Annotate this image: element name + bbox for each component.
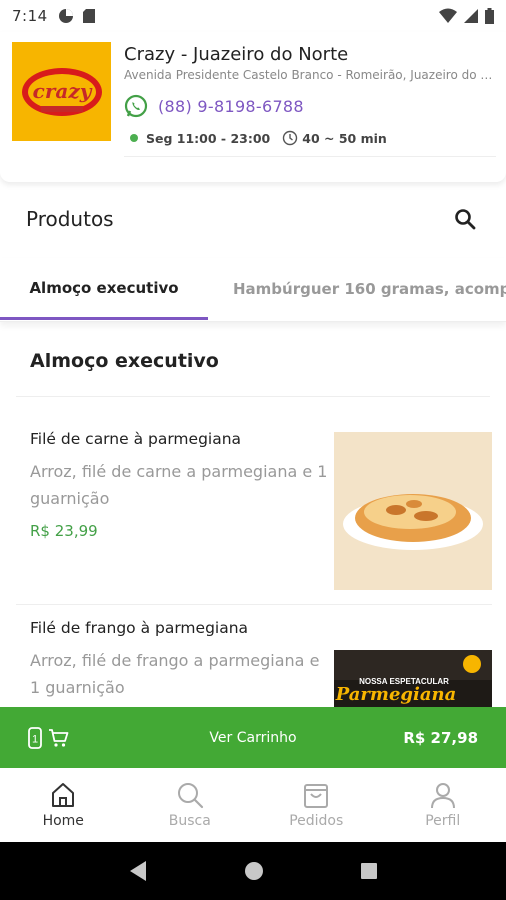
product-name: Filé de carne à parmegiana	[30, 430, 242, 448]
sd-card-icon	[82, 9, 95, 23]
product-description: Arroz, filé de frango a parmegiana e 1 g…	[30, 651, 320, 697]
nav-profile-label: Perfil	[425, 813, 461, 829]
cart-total: R$ 27,98	[403, 728, 478, 747]
cart-icon	[49, 728, 69, 747]
recents-icon[interactable]	[360, 862, 378, 880]
svg-text:crazy: crazy	[32, 79, 92, 103]
product-item[interactable]: Filé de carne à parmegiana Arroz, filé d…	[16, 412, 492, 602]
status-bar: 7:14	[0, 0, 506, 32]
nav-orders[interactable]: Pedidos	[253, 768, 380, 842]
system-navigation-bar	[0, 842, 506, 900]
nav-home[interactable]: Home	[0, 768, 127, 842]
search-button[interactable]	[450, 204, 480, 234]
search-icon	[455, 209, 476, 230]
user-icon	[430, 783, 455, 809]
bottom-navigation: Home Busca Pedidos Perfil	[0, 768, 506, 842]
clock-icon	[282, 130, 298, 146]
view-cart-bar[interactable]: 1 Ver Carrinho R$ 27,98	[0, 707, 506, 768]
store-meta: Seg 11:00 - 23:00 40 ~ 50 min	[130, 130, 387, 146]
product-item[interactable]: Filé de frango à parmegiana Arroz, filé …	[16, 604, 492, 808]
nav-orders-label: Pedidos	[289, 813, 344, 829]
product-price: R$ 23,99	[30, 522, 98, 540]
products-header: Produtos	[0, 190, 506, 248]
store-name: Crazy - Juazeiro do Norte	[124, 44, 349, 65]
nav-search[interactable]: Busca	[127, 768, 254, 842]
shopping-bag-icon	[304, 784, 329, 808]
image-text-main: Parmegiana	[335, 684, 457, 705]
home-icon	[52, 783, 75, 807]
product-image	[334, 432, 492, 590]
divider	[16, 396, 490, 397]
divider	[124, 156, 496, 157]
product-name: Filé de frango à parmegiana	[30, 619, 249, 637]
svg-text:1: 1	[32, 733, 38, 745]
crazy-logo-icon: crazy	[21, 67, 102, 116]
cart-count-badge: 1	[28, 726, 42, 749]
wifi-icon	[439, 8, 457, 23]
nav-profile[interactable]: Perfil	[380, 768, 506, 842]
nav-home-label: Home	[42, 813, 84, 829]
open-status-dot	[130, 134, 138, 142]
store-phone-number: (88) 9-8198-6788	[158, 96, 304, 116]
status-time: 7:14	[12, 7, 48, 25]
data-saver-icon	[58, 9, 73, 23]
tab-hamburguer[interactable]: Hambúrguer 160 gramas, acompanha	[233, 258, 506, 320]
tab-almoco-executivo[interactable]: Almoço executivo	[0, 258, 208, 320]
store-phone-link[interactable]: (88) 9-8198-6788	[124, 94, 304, 118]
store-address: Avenida Presidente Castelo Branco - Rome…	[124, 68, 496, 82]
store-logo: crazy	[12, 42, 111, 141]
back-icon[interactable]	[128, 860, 148, 882]
store-header: crazy Crazy - Juazeiro do Norte Avenida …	[0, 32, 506, 182]
search-icon	[177, 783, 203, 809]
nav-search-label: Busca	[168, 813, 211, 829]
category-tabs: Almoço executivo Hambúrguer 160 gramas, …	[0, 258, 506, 322]
whatsapp-icon	[124, 94, 148, 118]
delivery-time: 40 ~ 50 min	[302, 130, 387, 146]
product-description: Arroz, filé de carne a parmegiana e 1 gu…	[30, 462, 328, 508]
home-button-icon[interactable]	[244, 861, 264, 881]
battery-icon	[485, 8, 494, 24]
section-title: Almoço executivo	[30, 350, 219, 372]
signal-icon	[464, 9, 478, 23]
products-title: Produtos	[26, 207, 114, 231]
store-hours: Seg 11:00 - 23:00	[146, 130, 271, 146]
